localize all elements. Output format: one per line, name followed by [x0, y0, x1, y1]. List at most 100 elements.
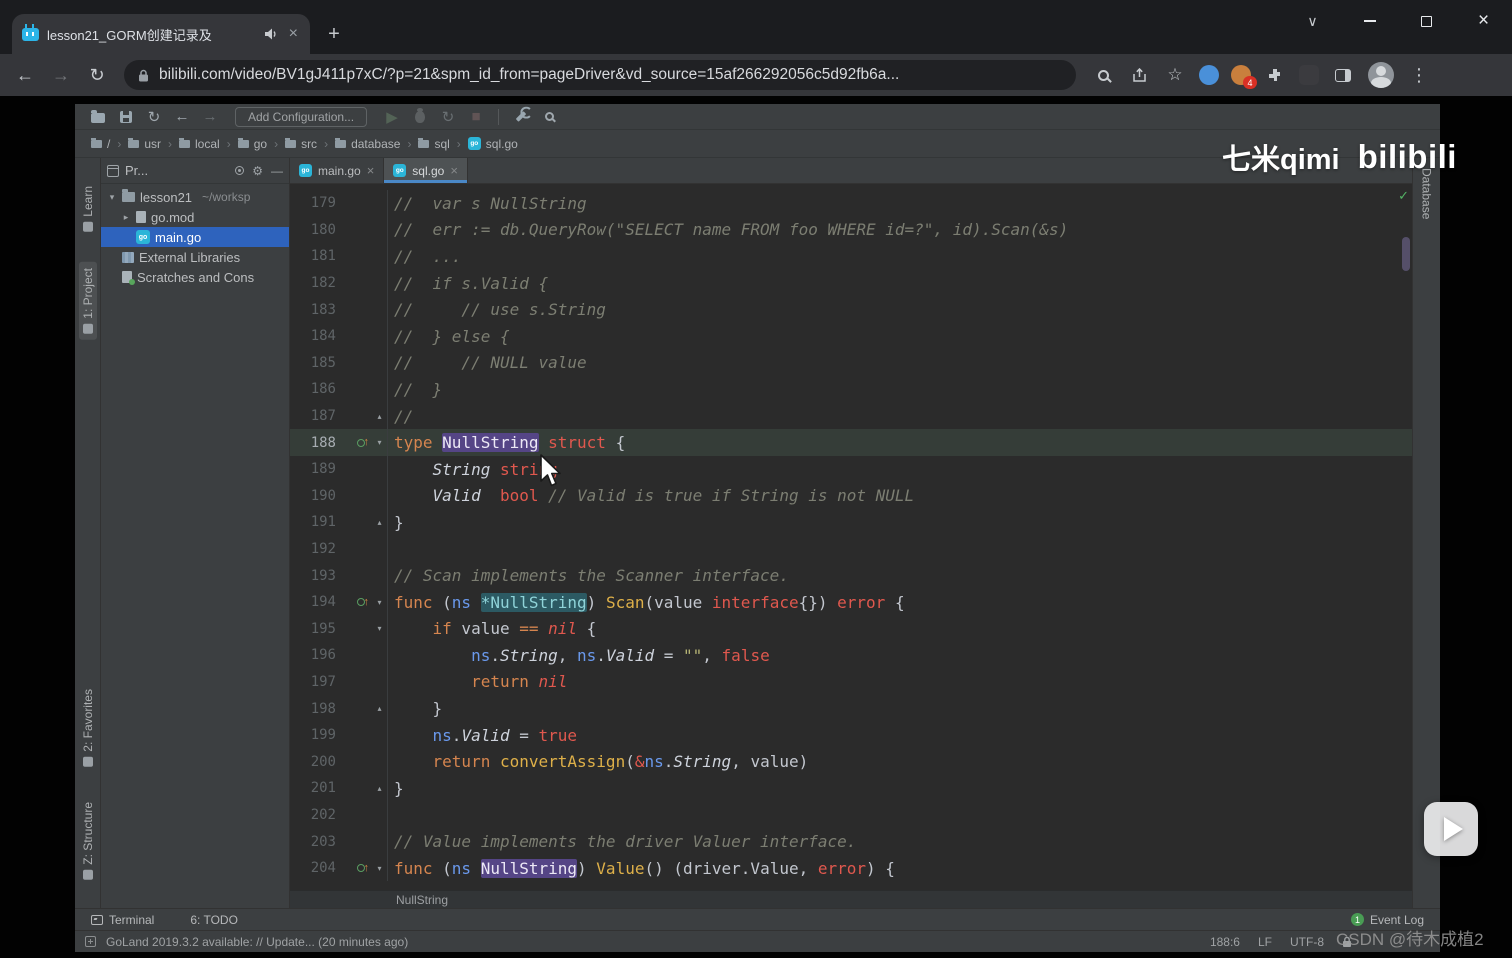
extension-icon-badged[interactable]: 4	[1231, 65, 1257, 89]
stop-icon[interactable]: ■	[463, 106, 489, 128]
zoom-icon[interactable]	[1086, 58, 1120, 92]
code-line[interactable]: 203 // Value implements the driver Valuer…	[290, 828, 1412, 855]
fold-marker[interactable]: ▴	[372, 695, 388, 722]
implements-gutter-icon[interactable]: ↑	[338, 862, 372, 874]
reload-button[interactable]: ↻	[80, 58, 114, 92]
tool-stripe-button-z-structure[interactable]: Z: Structure	[79, 796, 97, 886]
code-line[interactable]: 204 ↑ ▾ func (ns NullString) Value() (drive…	[290, 854, 1412, 882]
code-editor[interactable]: 179 // var s NullString 180 // err := db.Qu…	[290, 184, 1412, 890]
encoding[interactable]: UTF-8	[1290, 935, 1324, 949]
code-line[interactable]: 179 // var s NullString	[290, 190, 1412, 217]
fold-marker[interactable]: ▴	[372, 509, 388, 536]
code-line[interactable]: 182 // if s.Valid {	[290, 269, 1412, 297]
code-line[interactable]: 199 ns.Valid = true	[290, 721, 1412, 749]
scrollbar-thumb[interactable]	[1402, 237, 1410, 271]
profile-avatar[interactable]	[1368, 62, 1394, 88]
implements-gutter-icon[interactable]: ↑	[338, 437, 372, 448]
editor-breadcrumb[interactable]: NullString	[396, 893, 448, 907]
extension-icon-translate[interactable]	[1199, 65, 1219, 85]
breadcrumb-src[interactable]: src	[285, 137, 317, 151]
settings-gear-icon[interactable]: ⚙	[252, 164, 263, 178]
code-line[interactable]: 190 Valid bool // Valid is true if Strin…	[290, 482, 1412, 510]
caret-position[interactable]: 188:6	[1210, 935, 1240, 949]
code-line[interactable]: 184 // } else {	[290, 322, 1412, 350]
code-line[interactable]: 202	[290, 801, 1412, 829]
tree-collapse-arrow[interactable]: ▸	[121, 212, 131, 223]
code-line[interactable]: 183 // // use s.String	[290, 296, 1412, 323]
search-everywhere-icon[interactable]	[536, 106, 562, 128]
code-line[interactable]: 192	[290, 535, 1412, 563]
code-line[interactable]: 181 // ...	[290, 243, 1412, 270]
tab-search-chevron-icon[interactable]: ∨	[1284, 0, 1341, 42]
breadcrumb-sql-go[interactable]: go sql.go	[467, 137, 518, 151]
window-close-button[interactable]: ×	[1455, 0, 1512, 42]
tool-stripe-button-learn[interactable]: Learn	[79, 180, 97, 238]
window-maximize-button[interactable]	[1398, 0, 1455, 42]
code-line[interactable]: 193 // Scan implements the Scanner interf…	[290, 562, 1412, 589]
navigate-back-icon[interactable]: ←	[169, 106, 195, 128]
fold-marker[interactable]: ▴	[372, 775, 388, 802]
editor-tab-main-go[interactable]: go main.go ×	[290, 158, 385, 183]
tool-stripe-button-2-favorites[interactable]: 2: Favorites	[79, 683, 97, 773]
project-tree-item-lesson21[interactable]: ▾ lesson21 ~/worksp	[101, 187, 289, 207]
window-minimize-button[interactable]	[1341, 0, 1398, 42]
code-line[interactable]: 195 ▾ if value == nil {	[290, 615, 1412, 643]
video-player[interactable]: ↻ ← → Add Configuration... ▶ ↻ ■ / › usr › l…	[0, 96, 1512, 958]
tab-close-icon[interactable]: ×	[287, 26, 300, 42]
tab-close-icon[interactable]: ×	[367, 164, 375, 177]
bookmark-star-icon[interactable]: ☆	[1158, 58, 1192, 92]
fold-marker[interactable]: ▾	[372, 588, 388, 616]
locate-file-icon[interactable]	[235, 166, 245, 175]
fold-marker[interactable]: ▾	[372, 429, 388, 456]
code-line[interactable]: 189 String string	[290, 455, 1412, 483]
address-bar[interactable]: bilibili.com/video/BV1gJ411p7xC/?p=21&sp…	[124, 60, 1076, 90]
add-configuration-button[interactable]: Add Configuration...	[235, 106, 368, 127]
run-with-coverage-icon[interactable]: ↻	[435, 106, 461, 128]
open-folder-icon[interactable]	[85, 106, 111, 128]
tab-audio-icon[interactable]	[264, 28, 279, 40]
todo-button[interactable]: 6: TODO	[190, 913, 238, 927]
code-line[interactable]: 188 ↑ ▾ type NullString struct {	[290, 429, 1412, 456]
inspection-ok-icon[interactable]: ✓	[1398, 188, 1409, 204]
breadcrumb-database[interactable]: database	[335, 137, 400, 151]
tool-stripe-button-1-project[interactable]: 1: Project	[78, 261, 97, 340]
wrench-icon[interactable]	[508, 106, 534, 128]
code-line[interactable]: 194 ↑ ▾ func (ns *NullString) Scan(value in…	[290, 588, 1412, 616]
tab-close-icon[interactable]: ×	[450, 164, 458, 177]
video-play-button[interactable]	[1424, 802, 1478, 856]
breadcrumb-go[interactable]: go	[237, 137, 267, 151]
breadcrumb-local[interactable]: local	[179, 137, 220, 151]
save-all-icon[interactable]	[113, 106, 139, 128]
code-line[interactable]: 200 return convertAssign(&ns.String, val…	[290, 748, 1412, 776]
back-button[interactable]: ←	[8, 58, 42, 92]
project-tree-item-go-mod[interactable]: ▸ go.mod	[101, 207, 289, 227]
line-ending[interactable]: LF	[1258, 935, 1272, 949]
project-tree-item-scratches-and-cons[interactable]: Scratches and Cons	[101, 267, 289, 287]
code-line[interactable]: 201 ▴}	[290, 775, 1412, 802]
extensions-puzzle-icon[interactable]	[1258, 58, 1292, 92]
side-panel-icon[interactable]	[1326, 58, 1360, 92]
code-line[interactable]: 180 // err := db.QueryRow("SELECT name FR…	[290, 216, 1412, 244]
breadcrumb-[interactable]: /	[91, 137, 110, 151]
implements-gutter-icon[interactable]: ↑	[338, 596, 372, 608]
code-line[interactable]: 187 ▴ //	[290, 402, 1412, 430]
code-line[interactable]: 186 // }	[290, 376, 1412, 403]
extension-icon-tampermonkey[interactable]	[1299, 65, 1319, 85]
code-line[interactable]: 196 ns.String, ns.Valid = "", false	[290, 642, 1412, 669]
menu-kebab-icon[interactable]: ⋮	[1402, 58, 1436, 92]
project-tree-item-external-libraries[interactable]: External Libraries	[101, 247, 289, 267]
editor-tab-sql-go[interactable]: go sql.go ×	[384, 158, 468, 183]
fold-marker[interactable]: ▴	[372, 402, 388, 430]
browser-tab[interactable]: lesson21_GORM创建记录及 ×	[12, 14, 310, 54]
status-message[interactable]: GoLand 2019.3.2 available: // Update... …	[106, 935, 408, 949]
code-line[interactable]: 197 return nil	[290, 668, 1412, 696]
fold-marker[interactable]: ▾	[372, 615, 388, 643]
breadcrumb-sql[interactable]: sql	[418, 137, 450, 151]
terminal-button[interactable]: Terminal	[91, 913, 154, 927]
share-icon[interactable]	[1122, 58, 1156, 92]
code-line[interactable]: 198 ▴ }	[290, 695, 1412, 722]
project-tree-item-main-go[interactable]: go main.go	[101, 227, 289, 247]
sync-icon[interactable]: ↻	[141, 106, 167, 128]
forward-button[interactable]: →	[44, 58, 78, 92]
tool-windows-icon[interactable]	[85, 936, 96, 947]
